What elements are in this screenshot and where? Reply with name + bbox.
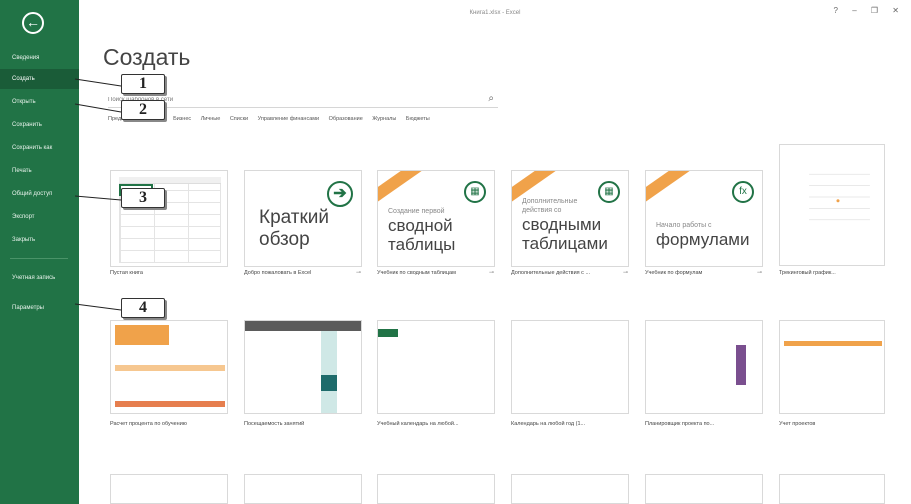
template-row2[interactable] <box>377 320 495 414</box>
band <box>115 365 225 371</box>
header-band <box>784 341 882 346</box>
tile-heading: Создание первой сводной таблицы <box>388 207 455 254</box>
template-row2[interactable] <box>645 320 763 414</box>
backstage-sidebar: ← Сведения Создать Открыть Сохранить Сох… <box>0 0 79 504</box>
title-bar: Книга1.xlsx - Excel ? – ❐ ✕ <box>79 0 911 26</box>
tile-heading: Дополнительные действия со сводными табл… <box>522 197 608 253</box>
tile-subline: действия со <box>522 207 562 214</box>
template-caption: Пустая книга <box>110 270 143 276</box>
header-block <box>115 325 169 345</box>
suggested-link[interactable]: Образование <box>329 116 363 122</box>
new-ribbon <box>646 171 691 206</box>
tile-line: таблицы <box>388 235 456 254</box>
suggested-link[interactable]: Личные <box>201 116 221 122</box>
tile-heading: Начало работы с формулами <box>656 221 749 249</box>
template-caption: Учебный календарь на любой... <box>377 421 459 427</box>
callout-3: 3 <box>121 188 165 208</box>
template-row3[interactable] <box>244 474 362 504</box>
suggested-link[interactable]: Списки <box>230 116 248 122</box>
suggested-link[interactable]: Управление финансами <box>258 116 320 122</box>
window-controls[interactable]: ? – ❐ ✕ <box>834 6 905 15</box>
template-blank-workbook[interactable] <box>110 170 228 267</box>
template-search: ⌕ <box>108 92 498 108</box>
sidebar-item-open[interactable]: Открыть <box>0 92 79 112</box>
tile-line: Краткий <box>259 207 330 228</box>
sidebar-item-save[interactable]: Сохранить <box>0 115 79 135</box>
sidebar-item-save-as[interactable]: Сохранить как <box>0 138 79 158</box>
template-pivot-tutorial[interactable]: ▦ Создание первой сводной таблицы <box>377 170 495 267</box>
sidebar-item-info[interactable]: Сведения <box>0 48 79 68</box>
pin-icon[interactable]: ⊸ <box>489 269 494 276</box>
sidebar-item-print[interactable]: Печать <box>0 161 79 181</box>
sidebar-item-account[interactable]: Учетная запись <box>0 270 79 296</box>
sidebar-item-close[interactable]: Закрыть <box>0 230 79 250</box>
template-row2[interactable] <box>244 320 362 414</box>
template-caption: Добро пожаловать в Excel <box>244 270 312 276</box>
template-row2[interactable] <box>110 320 228 414</box>
sidebar-item-options[interactable]: Параметры <box>0 298 79 318</box>
template-caption: Учет проектов <box>779 421 816 427</box>
template-quick-tour[interactable]: ➔ Краткий обзор <box>244 170 362 267</box>
tile-heading: Краткий обзор <box>259 207 329 251</box>
suggested-link[interactable]: Журналы <box>372 116 396 122</box>
callout-2: 2 <box>121 100 165 120</box>
back-arrow-icon[interactable]: ← <box>22 12 44 34</box>
pin-icon[interactable]: ⊸ <box>356 269 361 276</box>
sidebar-item-new[interactable]: Создать <box>0 69 79 89</box>
template-row3[interactable] <box>110 474 228 504</box>
function-icon: fx <box>732 181 754 203</box>
tile-line: формулами <box>656 230 750 249</box>
search-icon[interactable]: ⌕ <box>488 93 494 104</box>
band <box>115 401 225 407</box>
template-pivot-advanced[interactable]: ▦ Дополнительные действия со сводными та… <box>511 170 629 267</box>
window-title: Книга1.xlsx - Excel <box>469 10 521 16</box>
template-caption: Учебник по формулам <box>645 270 703 276</box>
header-band <box>245 321 361 331</box>
pin-icon[interactable]: ⊸ <box>623 269 628 276</box>
tile-line: обзор <box>259 229 310 250</box>
template-caption: Трекинговый график... <box>779 270 836 276</box>
sidebar-item-share[interactable]: Общий доступ <box>0 184 79 204</box>
arrow-right-icon: ➔ <box>327 181 353 207</box>
template-tracker[interactable] <box>779 144 885 266</box>
template-row2[interactable] <box>779 320 885 414</box>
template-row3[interactable] <box>377 474 495 504</box>
template-caption: Учебник по сводным таблицам <box>377 270 456 276</box>
highlight-cell <box>321 375 337 391</box>
suggested-link[interactable]: Бизнес <box>173 116 191 122</box>
pin-icon[interactable]: ⊸ <box>757 269 762 276</box>
template-row3[interactable] <box>645 474 763 504</box>
page-title: Создать <box>103 44 191 70</box>
highlight-column <box>321 331 337 413</box>
tile-line: таблицами <box>522 234 608 253</box>
template-caption: Посещаемость занятий <box>244 421 305 427</box>
new-ribbon <box>378 171 423 206</box>
sidebar-item-export[interactable]: Экспорт <box>0 207 79 227</box>
suggested-link[interactable]: Бюджеты <box>406 116 430 122</box>
template-caption: Календарь на любой год (1... <box>511 421 586 427</box>
callout-1: 1 <box>121 74 165 94</box>
template-caption: Расчет процента по обучению <box>110 421 187 427</box>
template-caption: Дополнительные действия с ... <box>511 270 591 276</box>
column-header-strip <box>119 177 221 184</box>
tracker-preview <box>809 173 870 221</box>
header-band <box>378 329 398 337</box>
template-row3[interactable] <box>511 474 629 504</box>
template-row2[interactable] <box>511 320 629 414</box>
tile-line: сводной <box>388 216 453 235</box>
template-formulas[interactable]: fx Начало работы с формулами <box>645 170 763 267</box>
tile-subline: Дополнительные <box>522 198 578 205</box>
template-caption: Планировщик проекта по... <box>645 421 715 427</box>
tile-line: сводными <box>522 215 602 234</box>
sidebar-divider <box>10 258 68 259</box>
callout-4: 4 <box>121 298 165 318</box>
tile-subline: Начало работы с <box>656 222 712 229</box>
template-row3[interactable] <box>779 474 885 504</box>
pivot-table-icon: ▦ <box>464 181 486 203</box>
gantt-bar <box>736 345 746 385</box>
tile-subline: Создание первой <box>388 208 445 215</box>
